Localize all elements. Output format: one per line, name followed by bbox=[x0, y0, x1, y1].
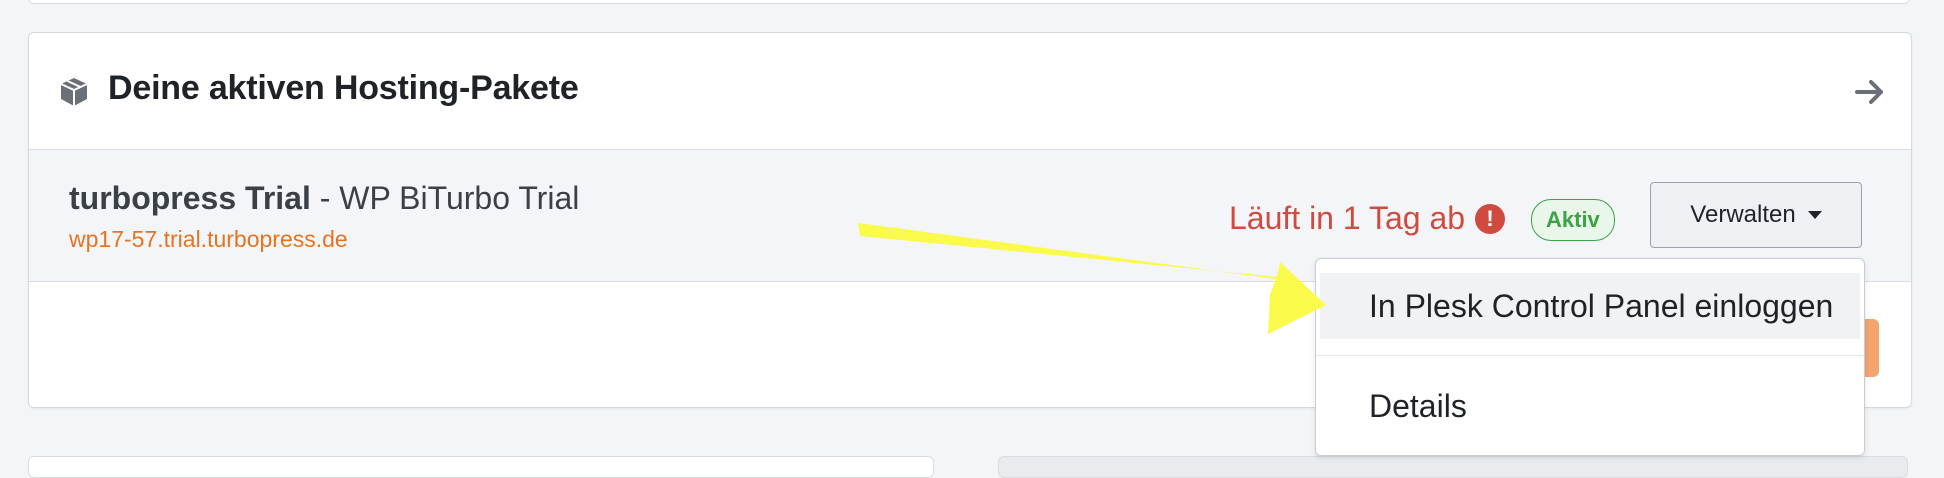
card-header: Deine aktiven Hosting-Pakete bbox=[29, 33, 1911, 150]
menu-item-plesk-login[interactable]: In Plesk Control Panel einloggen bbox=[1320, 273, 1860, 339]
caret-down-icon bbox=[1807, 211, 1822, 219]
manage-button-label: Verwalten bbox=[1690, 201, 1796, 228]
manage-dropdown-button[interactable]: Verwalten bbox=[1650, 182, 1862, 248]
package-name-bold: turbopress Trial bbox=[69, 180, 311, 216]
status-badge: Aktiv bbox=[1531, 199, 1615, 241]
previous-card-edge bbox=[28, 0, 1910, 4]
package-name: turbopress Trial - WP BiTurbo Trial bbox=[69, 180, 579, 217]
orange-button-edge bbox=[1865, 319, 1879, 377]
menu-divider bbox=[1316, 355, 1864, 356]
package-name-rest: - WP BiTurbo Trial bbox=[310, 180, 580, 216]
next-card-left bbox=[28, 456, 934, 478]
card-title: Deine aktiven Hosting-Pakete bbox=[108, 69, 579, 107]
expiry-warning: Läuft in 1 Tag ab ! bbox=[1229, 200, 1506, 237]
next-card-right bbox=[998, 456, 1908, 478]
arrow-right-icon[interactable] bbox=[1853, 75, 1887, 109]
menu-item-details[interactable]: Details bbox=[1320, 373, 1860, 439]
box-icon bbox=[60, 78, 88, 106]
expiry-text: Läuft in 1 Tag ab bbox=[1229, 200, 1466, 236]
manage-dropdown-menu: In Plesk Control Panel einloggen Details bbox=[1315, 258, 1865, 456]
exclamation-icon: ! bbox=[1475, 203, 1506, 234]
package-domain-link[interactable]: wp17-57.trial.turbopress.de bbox=[69, 226, 348, 253]
